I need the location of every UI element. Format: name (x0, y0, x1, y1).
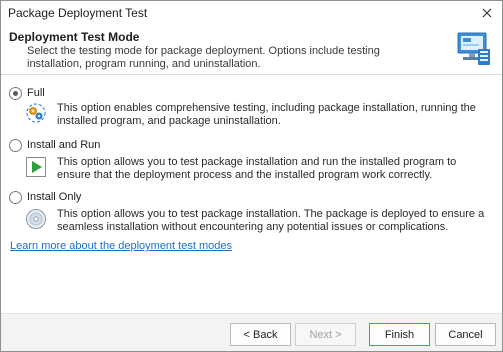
dialog-window: Package Deployment Test Deployment Test … (0, 0, 503, 352)
page-description: Select the testing mode for package depl… (27, 45, 380, 70)
back-button[interactable]: < Back (230, 323, 291, 346)
close-button[interactable] (478, 4, 496, 22)
wizard-footer: < Back Next > Finish Cancel (1, 313, 502, 351)
cogs-icon (26, 103, 46, 123)
radio-install-run[interactable] (9, 139, 22, 152)
title-bar[interactable]: Package Deployment Test (1, 1, 502, 25)
option-full-description: This option enables comprehensive testin… (57, 102, 476, 127)
option-install-run-description: This option allows you to test package i… (57, 156, 457, 181)
disc-icon (26, 209, 46, 229)
next-button[interactable]: Next > (295, 323, 356, 346)
computer-deploy-icon (457, 32, 490, 65)
radio-install-only[interactable] (9, 191, 22, 204)
learn-more-link[interactable]: Learn more about the deployment test mod… (10, 240, 232, 252)
page-title: Deployment Test Mode (9, 30, 140, 44)
option-full-label[interactable]: Full (27, 87, 45, 99)
cancel-button[interactable]: Cancel (435, 323, 496, 346)
window-title: Package Deployment Test (8, 6, 148, 20)
close-icon (482, 8, 492, 18)
option-install-run-label[interactable]: Install and Run (27, 139, 100, 151)
option-install-only-label[interactable]: Install Only (27, 191, 81, 203)
wizard-header: Deployment Test Mode Select the testing … (1, 25, 502, 75)
finish-button[interactable]: Finish (369, 323, 430, 346)
option-install-only-description: This option allows you to test package i… (57, 208, 485, 233)
play-icon (26, 157, 46, 177)
radio-full[interactable] (9, 87, 22, 100)
